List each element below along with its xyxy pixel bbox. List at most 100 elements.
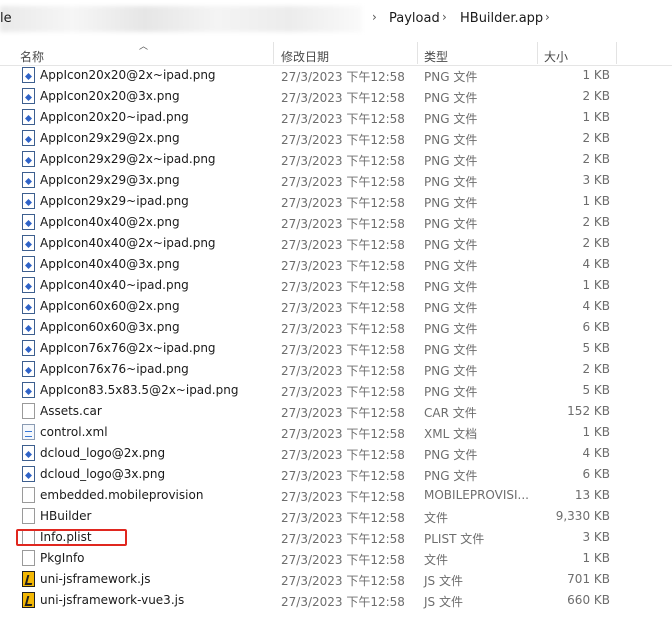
breadcrumb-payload[interactable]: Payload bbox=[389, 11, 440, 26]
file-row[interactable]: AppIcon76x76@2x~ipad.png 27/3/2023 下午12:5… bbox=[0, 338, 672, 359]
file-row[interactable]: AppIcon20x20@3x.png 27/3/2023 下午12:58 PNG … bbox=[0, 86, 672, 107]
png-file-icon bbox=[22, 130, 35, 146]
column-divider[interactable] bbox=[273, 42, 274, 64]
file-name[interactable]: AppIcon40x40~ipad.png bbox=[40, 278, 189, 292]
png-file-icon bbox=[22, 235, 35, 251]
file-type: PNG 文件 bbox=[424, 217, 478, 231]
file-size: 2 KB bbox=[582, 215, 610, 229]
file-name[interactable]: Assets.car bbox=[40, 404, 102, 418]
png-file-icon bbox=[22, 214, 35, 230]
file-row[interactable]: AppIcon29x29@2x~ipad.png 27/3/2023 下午12:5… bbox=[0, 149, 672, 170]
file-modified-date: 27/3/2023 下午12:58 bbox=[281, 469, 405, 483]
file-name[interactable]: embedded.mobileprovision bbox=[40, 488, 203, 502]
file-row[interactable]: AppIcon76x76~ipad.png 27/3/2023 下午12:58 PN… bbox=[0, 359, 672, 380]
file-name[interactable]: AppIcon29x29@3x.png bbox=[40, 173, 180, 187]
file-size: 2 KB bbox=[582, 362, 610, 376]
file-name[interactable]: dcloud_logo@3x.png bbox=[40, 467, 165, 481]
file-row[interactable]: uni-jsframework.js 27/3/2023 下午12:58 JS 文件… bbox=[0, 569, 672, 590]
address-bar[interactable]: le › Payload › HBuilder.app › bbox=[0, 0, 672, 38]
file-size: 1 KB bbox=[582, 68, 610, 82]
file-name[interactable]: AppIcon20x20~ipad.png bbox=[40, 110, 189, 124]
file-name[interactable]: AppIcon60x60@2x.png bbox=[40, 299, 180, 313]
file-row[interactable]: AppIcon40x40@3x.png 27/3/2023 下午12:58 PNG … bbox=[0, 254, 672, 275]
file-row[interactable]: PkgInfo 27/3/2023 下午12:58 文件 1 KB bbox=[0, 548, 672, 569]
file-row[interactable]: Assets.car 27/3/2023 下午12:58 CAR 文件 152 KB bbox=[0, 401, 672, 422]
png-file-icon bbox=[22, 256, 35, 272]
file-type: PNG 文件 bbox=[424, 364, 478, 378]
file-name[interactable]: AppIcon29x29@2x.png bbox=[40, 131, 180, 145]
file-type: PNG 文件 bbox=[424, 469, 478, 483]
file-size: 3 KB bbox=[582, 173, 610, 187]
file-type: PNG 文件 bbox=[424, 91, 478, 105]
file-row[interactable]: control.xml 27/3/2023 下午12:58 XML 文档 1 KB bbox=[0, 422, 672, 443]
file-name[interactable]: AppIcon40x40@2x~ipad.png bbox=[40, 236, 216, 250]
file-name[interactable]: control.xml bbox=[40, 425, 108, 439]
file-modified-date: 27/3/2023 下午12:58 bbox=[281, 511, 405, 525]
file-type: PNG 文件 bbox=[424, 112, 478, 126]
file-name[interactable]: AppIcon29x29@2x~ipad.png bbox=[40, 152, 216, 166]
file-row[interactable]: uni-jsframework-vue3.js 27/3/2023 下午12:58… bbox=[0, 590, 672, 611]
file-type: PNG 文件 bbox=[424, 154, 478, 168]
file-row[interactable]: HBuilder 27/3/2023 下午12:58 文件 9,330 KB bbox=[0, 506, 672, 527]
file-size: 1 KB bbox=[582, 551, 610, 565]
file-modified-date: 27/3/2023 下午12:58 bbox=[281, 280, 405, 294]
file-type: JS 文件 bbox=[424, 574, 463, 588]
generic-file-icon bbox=[22, 487, 35, 503]
file-row[interactable]: AppIcon20x20~ipad.png 27/3/2023 下午12:58 PN… bbox=[0, 107, 672, 128]
file-row[interactable]: AppIcon40x40@2x~ipad.png 27/3/2023 下午12:5… bbox=[0, 233, 672, 254]
file-name[interactable]: AppIcon76x76@2x~ipad.png bbox=[40, 341, 216, 355]
file-row[interactable]: AppIcon29x29~ipad.png 27/3/2023 下午12:58 PN… bbox=[0, 191, 672, 212]
file-modified-date: 27/3/2023 下午12:58 bbox=[281, 385, 405, 399]
file-modified-date: 27/3/2023 下午12:58 bbox=[281, 217, 405, 231]
file-modified-date: 27/3/2023 下午12:58 bbox=[281, 259, 405, 273]
file-name[interactable]: AppIcon40x40@2x.png bbox=[40, 215, 180, 229]
column-header-size[interactable]: 大小 bbox=[544, 48, 568, 65]
file-modified-date: 27/3/2023 下午12:58 bbox=[281, 238, 405, 252]
column-header-type[interactable]: 类型 bbox=[424, 48, 448, 65]
file-row[interactable]: AppIcon83.5x83.5@2x~ipad.png 27/3/2023 下午… bbox=[0, 380, 672, 401]
file-row[interactable]: AppIcon60x60@2x.png 27/3/2023 下午12:58 PNG … bbox=[0, 296, 672, 317]
file-size: 4 KB bbox=[582, 257, 610, 271]
file-modified-date: 27/3/2023 下午12:58 bbox=[281, 574, 405, 588]
file-type: PNG 文件 bbox=[424, 259, 478, 273]
file-name[interactable]: AppIcon20x20@2x~ipad.png bbox=[40, 68, 216, 82]
file-type: PLIST 文件 bbox=[424, 532, 485, 546]
file-name[interactable]: AppIcon60x60@3x.png bbox=[40, 320, 180, 334]
png-file-icon bbox=[22, 466, 35, 482]
file-row[interactable]: AppIcon60x60@3x.png 27/3/2023 下午12:58 PNG … bbox=[0, 317, 672, 338]
file-name[interactable]: AppIcon83.5x83.5@2x~ipad.png bbox=[40, 383, 238, 397]
file-type: PNG 文件 bbox=[424, 133, 478, 147]
breadcrumb-hbuilder-app[interactable]: HBuilder.app bbox=[460, 11, 543, 26]
column-divider[interactable] bbox=[417, 42, 418, 64]
file-name[interactable]: PkgInfo bbox=[40, 551, 85, 565]
file-name[interactable]: AppIcon29x29~ipad.png bbox=[40, 194, 189, 208]
file-name[interactable]: AppIcon76x76~ipad.png bbox=[40, 362, 189, 376]
file-row[interactable]: AppIcon20x20@2x~ipad.png 27/3/2023 下午12:5… bbox=[0, 65, 672, 86]
column-header-name[interactable]: 名称 bbox=[20, 48, 44, 65]
file-size: 2 KB bbox=[582, 236, 610, 250]
file-type: MOBILEPROVISI... bbox=[424, 488, 529, 502]
column-divider[interactable] bbox=[537, 42, 538, 64]
chevron-right-icon: › bbox=[442, 10, 447, 24]
file-row[interactable]: dcloud_logo@3x.png 27/3/2023 下午12:58 PNG 文… bbox=[0, 464, 672, 485]
file-modified-date: 27/3/2023 下午12:58 bbox=[281, 301, 405, 315]
xml-file-icon bbox=[22, 424, 35, 440]
file-name[interactable]: uni-jsframework.js bbox=[40, 572, 150, 586]
column-divider[interactable] bbox=[616, 42, 617, 64]
file-name[interactable]: AppIcon40x40@3x.png bbox=[40, 257, 180, 271]
file-row[interactable]: AppIcon29x29@3x.png 27/3/2023 下午12:58 PNG … bbox=[0, 170, 672, 191]
file-row[interactable]: embedded.mobileprovision 27/3/2023 下午12:5… bbox=[0, 485, 672, 506]
file-name[interactable]: AppIcon20x20@3x.png bbox=[40, 89, 180, 103]
file-row[interactable]: dcloud_logo@2x.png 27/3/2023 下午12:58 PNG 文… bbox=[0, 443, 672, 464]
file-row[interactable]: AppIcon29x29@2x.png 27/3/2023 下午12:58 PNG … bbox=[0, 128, 672, 149]
file-name[interactable]: dcloud_logo@2x.png bbox=[40, 446, 165, 460]
file-modified-date: 27/3/2023 下午12:58 bbox=[281, 133, 405, 147]
js-file-icon bbox=[22, 592, 35, 608]
png-file-icon bbox=[22, 340, 35, 356]
column-header-date[interactable]: 修改日期 bbox=[281, 48, 329, 65]
file-row[interactable]: AppIcon40x40~ipad.png 27/3/2023 下午12:58 PN… bbox=[0, 275, 672, 296]
file-row[interactable]: AppIcon40x40@2x.png 27/3/2023 下午12:58 PNG … bbox=[0, 212, 672, 233]
file-name[interactable]: HBuilder bbox=[40, 509, 91, 523]
png-file-icon bbox=[22, 298, 35, 314]
file-name[interactable]: uni-jsframework-vue3.js bbox=[40, 593, 184, 607]
